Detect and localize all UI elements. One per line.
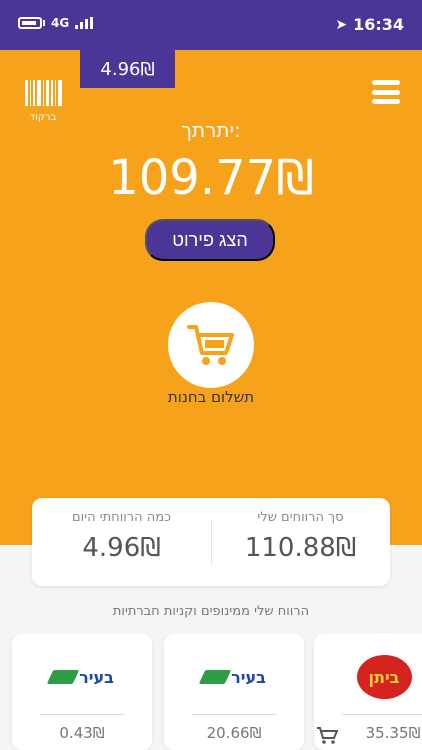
menu-icon[interactable]	[372, 80, 400, 104]
balance-value: 109.77₪	[108, 150, 314, 206]
status-time: 16:34	[353, 15, 404, 34]
store-payment-label: תשלום בחנות	[167, 388, 255, 406]
brand-logo-text: ביתן	[356, 655, 412, 699]
total-profit-value: 110.88₪	[244, 533, 357, 563]
battery-cap	[43, 20, 45, 26]
brands-section-title: הרווח שלי ממינופים וקניות חברתיות	[112, 604, 310, 619]
brand-logo-mark	[46, 670, 80, 684]
shopping-cart-icon	[187, 325, 234, 365]
status-bar: 4G ➤ 16:34	[0, 0, 422, 50]
brand-logo-mark	[198, 670, 232, 684]
brand-logo: בעיר	[164, 662, 304, 692]
brand-card[interactable]: ביתן 35.35₪	[314, 634, 422, 750]
brand-card[interactable]: בעיר 0.43₪	[12, 634, 152, 750]
today-profit-value: 4.96₪	[82, 533, 161, 563]
status-left: 4G	[18, 16, 94, 30]
store-payment-button[interactable]	[168, 302, 254, 388]
location-arrow-icon: ➤	[335, 16, 348, 33]
show-details-button[interactable]: הצג פירוט	[145, 219, 275, 261]
barcode-icon	[23, 80, 63, 106]
network-label: 4G	[51, 16, 70, 30]
barcode-button[interactable]: ברקוד	[23, 80, 63, 123]
brand-logo-text: בעיר	[79, 667, 114, 687]
brand-profit-value: 35.35₪	[365, 724, 421, 742]
card-separator	[40, 714, 124, 715]
brand-logo: בעיר	[12, 662, 152, 692]
brand-logo: ביתן	[314, 655, 422, 699]
status-right: ➤ 16:34	[335, 15, 404, 34]
today-profit-block: כמה הרווחתי היום 4.96₪	[32, 510, 211, 563]
total-profit-label: סך הרווחים שלי	[257, 510, 344, 525]
brand-profit-value: 20.66₪	[206, 724, 262, 742]
card-separator	[192, 714, 276, 715]
brands-carousel[interactable]: בעיר 0.43₪ בעיר 20.66₪ ביתן 35.35₪	[0, 634, 422, 750]
today-profit-chip: 4.96₪	[80, 50, 175, 88]
today-profit-label: כמה הרווחתי היום	[72, 510, 171, 525]
brand-card[interactable]: בעיר 20.66₪	[164, 634, 304, 750]
signal-icon	[75, 17, 94, 29]
card-separator	[342, 714, 422, 715]
total-profit-block: סך הרווחים שלי 110.88₪	[211, 510, 390, 563]
brand-logo-text: בעיר	[231, 667, 266, 687]
profit-summary-card: כמה הרווחתי היום 4.96₪ סך הרווחים שלי 11…	[32, 498, 390, 586]
battery-icon	[18, 17, 42, 29]
brand-profit-value: 0.43₪	[59, 724, 105, 742]
balance-label: יתרתך:	[181, 118, 241, 142]
